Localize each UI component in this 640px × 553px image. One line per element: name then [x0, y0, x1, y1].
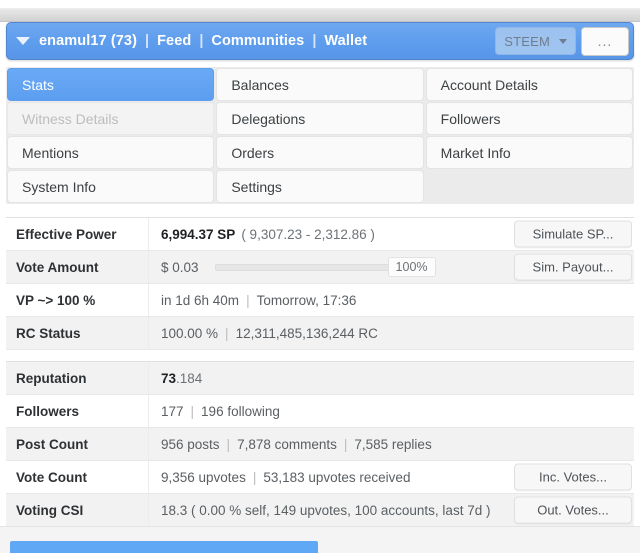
row-value: 177 | 196 following	[149, 395, 634, 427]
posts-count: 956 posts	[161, 436, 220, 452]
effective-power-amount: 6,994.37 SP	[161, 226, 236, 242]
upvotes-given: 9,356 upvotes	[161, 469, 246, 485]
tab-mentions[interactable]: Mentions	[7, 136, 215, 169]
tab-followers[interactable]: Followers	[425, 102, 633, 135]
navbar-controls-group: STEEM ...	[495, 23, 633, 59]
row-label: Effective Power	[6, 218, 149, 250]
nav-link-feed[interactable]: Feed	[157, 33, 191, 49]
value-separator: |	[226, 436, 231, 452]
rc-amount: 12,311,485,136,244 RC	[235, 325, 378, 341]
navbar-links-group: enamul17 (73) | Feed | Communities | Wal…	[7, 33, 495, 49]
tab-witness-details: Witness Details	[7, 102, 215, 135]
nav-separator: |	[199, 33, 204, 49]
chevron-down-icon	[559, 38, 567, 44]
table-row-vp: VP ~> 100 % in 1d 6h 40m | Tomorrow, 17:…	[6, 284, 634, 317]
main-navbar: enamul17 (73) | Feed | Communities | Wal…	[6, 22, 634, 60]
tab-balances[interactable]: Balances	[216, 68, 424, 101]
table-group-separator	[6, 350, 634, 362]
window-chrome-strip	[0, 0, 640, 22]
nav-link-communities[interactable]: Communities	[211, 33, 304, 49]
incoming-votes-button[interactable]: Inc. Votes...	[514, 463, 632, 491]
nav-link-wallet[interactable]: Wallet	[324, 33, 367, 49]
tab-settings[interactable]: Settings	[216, 170, 424, 203]
table-row-voting-csi: Voting CSI 18.3 ( 0.00 % self, 149 upvot…	[6, 494, 634, 527]
tab-orders[interactable]: Orders	[216, 136, 424, 169]
vote-amount-value: $ 0.03	[161, 259, 199, 275]
more-menu-button[interactable]: ...	[581, 26, 629, 56]
coin-select-label: STEEM	[504, 33, 550, 49]
rc-percent: 100.00 %	[161, 325, 219, 341]
row-label: Post Count	[6, 428, 149, 460]
more-menu-label: ...	[597, 33, 613, 49]
bottom-status-area	[0, 526, 640, 553]
table-row-vote-amount: Vote Amount $ 0.03 100% Sim. Payout...	[6, 251, 634, 284]
sim-payout-button[interactable]: Sim. Payout...	[514, 253, 632, 281]
nav-separator: |	[312, 33, 317, 49]
tab-grid: Stats Balances Account Details Witness D…	[6, 67, 634, 204]
coin-select-dropdown[interactable]: STEEM	[495, 27, 576, 55]
row-value: 956 posts | 7,878 comments | 7,585 repli…	[149, 428, 634, 460]
value-separator: |	[246, 292, 250, 308]
reputation-decimal: .184	[176, 370, 203, 386]
value-separator: |	[190, 403, 195, 419]
effective-power-range: ( 9,307.23 - 2,312.86 )	[241, 226, 375, 242]
following-count: 196 following	[201, 403, 280, 419]
value-separator: |	[252, 469, 257, 485]
tab-market-info[interactable]: Market Info	[425, 136, 633, 169]
outgoing-votes-button[interactable]: Out. Votes...	[514, 496, 632, 524]
value-separator: |	[225, 325, 229, 341]
nav-account-name[interactable]: enamul17 (73)	[39, 33, 137, 49]
replies-count: 7,585 replies	[354, 436, 432, 452]
tab-placeholder	[425, 170, 633, 203]
vp-target-time: Tomorrow, 17:36	[256, 292, 357, 308]
table-row-rc-status: RC Status 100.00 % | 12,311,485,136,244 …	[6, 317, 634, 350]
row-value: in 1d 6h 40m | Tomorrow, 17:36	[149, 284, 634, 316]
tab-stats[interactable]: Stats	[7, 68, 215, 101]
row-label: Followers	[6, 395, 149, 427]
upvotes-received: 53,183 upvotes received	[263, 469, 411, 485]
reputation-integer: 73	[161, 370, 177, 386]
progress-percent-label: 100%	[387, 256, 436, 278]
vp-countdown: in 1d 6h 40m	[161, 292, 240, 308]
row-label: Voting CSI	[6, 494, 149, 526]
row-label: VP ~> 100 %	[6, 284, 149, 316]
progress-track	[214, 263, 390, 271]
stats-table: Effective Power 6,994.37 SP ( 9,307.23 -…	[6, 217, 634, 527]
table-row-reputation: Reputation 73 .184	[6, 362, 634, 395]
table-row-vote-count: Vote Count 9,356 upvotes | 53,183 upvote…	[6, 461, 634, 494]
table-row-followers: Followers 177 | 196 following	[6, 395, 634, 428]
followers-count: 177	[161, 403, 184, 419]
tab-delegations[interactable]: Delegations	[216, 102, 424, 135]
row-label: Vote Count	[6, 461, 149, 493]
comments-count: 7,878 comments	[237, 436, 337, 452]
row-value: 73 .184	[149, 362, 634, 394]
table-row-post-count: Post Count 956 posts | 7,878 comments | …	[6, 428, 634, 461]
bottom-progress-bar[interactable]	[10, 541, 318, 553]
row-label: Reputation	[6, 362, 149, 394]
tab-account-details[interactable]: Account Details	[425, 68, 633, 101]
vote-power-progress: 100%	[214, 256, 436, 278]
row-label: Vote Amount	[6, 251, 149, 283]
tab-system-info[interactable]: System Info	[7, 170, 215, 203]
table-row-effective-power: Effective Power 6,994.37 SP ( 9,307.23 -…	[6, 218, 634, 251]
nav-separator: |	[145, 33, 150, 49]
tabs-content-spacer	[0, 204, 640, 217]
simulate-sp-button[interactable]: Simulate SP...	[514, 220, 632, 248]
caret-down-icon[interactable]	[16, 37, 30, 45]
row-label: RC Status	[6, 317, 149, 349]
row-value: 100.00 % | 12,311,485,136,244 RC	[149, 317, 634, 349]
value-separator: |	[343, 436, 348, 452]
